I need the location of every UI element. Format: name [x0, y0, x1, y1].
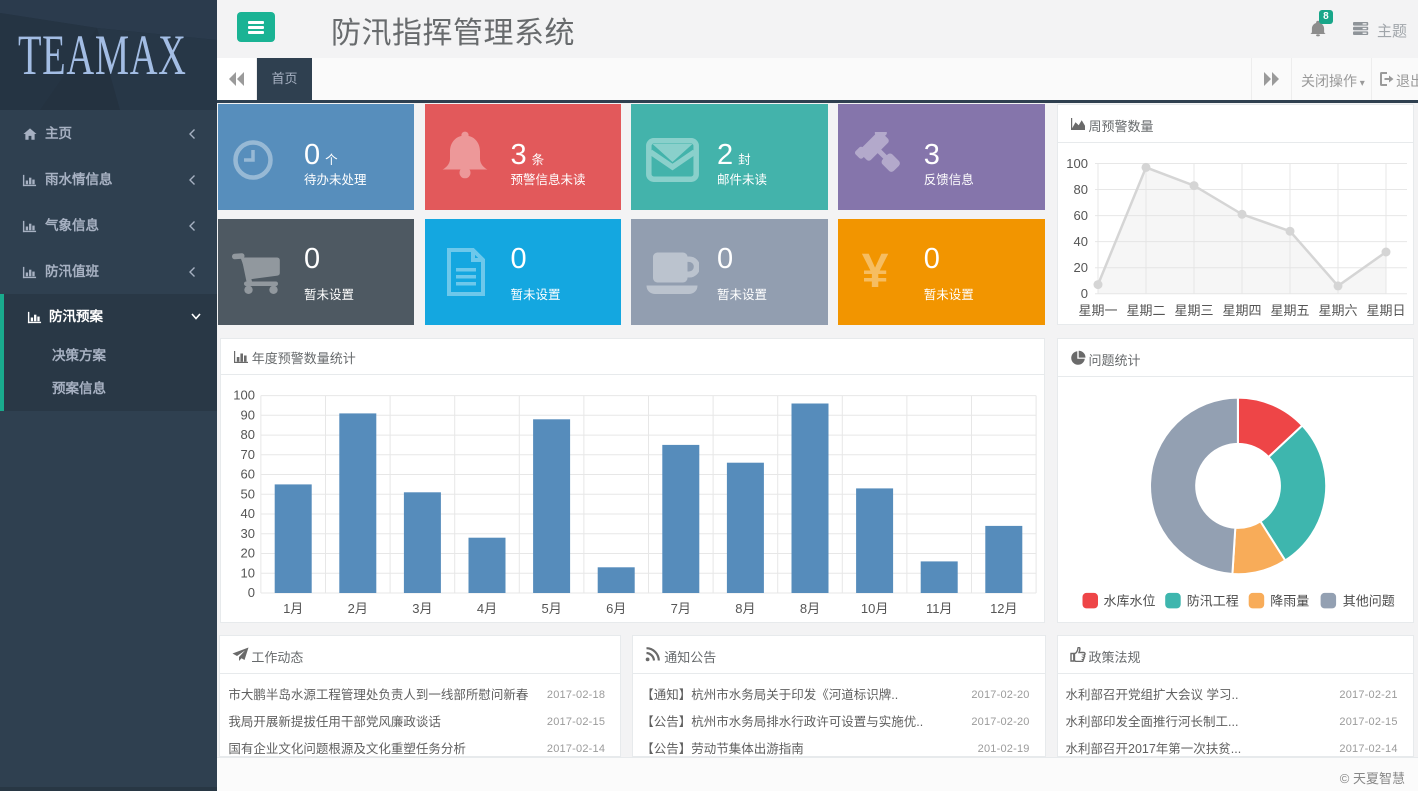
svg-text:星期四: 星期四: [1222, 303, 1261, 318]
svg-text:11月: 11月: [926, 601, 953, 616]
svg-text:降雨量: 降雨量: [1270, 594, 1309, 609]
svg-text:1月: 1月: [283, 601, 303, 616]
svg-text:星期二: 星期二: [1126, 303, 1165, 318]
svg-text:12月: 12月: [990, 601, 1017, 616]
svg-text:50: 50: [240, 486, 254, 501]
svg-text:8月: 8月: [800, 601, 820, 616]
svg-text:5月: 5月: [541, 601, 561, 616]
svg-text:7月: 7月: [670, 601, 690, 616]
svg-text:10: 10: [240, 565, 254, 580]
svg-text:星期三: 星期三: [1174, 303, 1213, 318]
svg-text:60: 60: [240, 466, 254, 481]
svg-text:80: 80: [240, 427, 254, 442]
svg-text:8月: 8月: [735, 601, 755, 616]
svg-text:70: 70: [240, 446, 254, 461]
svg-text:防汛工程: 防汛工程: [1186, 594, 1238, 609]
svg-text:星期一: 星期一: [1078, 303, 1117, 318]
svg-text:20: 20: [240, 545, 254, 560]
svg-text:3月: 3月: [412, 601, 432, 616]
svg-text:100: 100: [233, 387, 255, 402]
svg-text:90: 90: [240, 407, 254, 422]
svg-text:4月: 4月: [477, 601, 497, 616]
svg-text:60: 60: [1073, 208, 1087, 223]
svg-text:20: 20: [1073, 260, 1087, 275]
svg-text:30: 30: [240, 525, 254, 540]
svg-text:星期五: 星期五: [1270, 303, 1309, 318]
svg-text:40: 40: [240, 506, 254, 521]
svg-text:星期日: 星期日: [1366, 303, 1405, 318]
svg-text:100: 100: [1066, 156, 1088, 171]
svg-text:其他问题: 其他问题: [1342, 594, 1394, 609]
svg-text:6月: 6月: [606, 601, 626, 616]
svg-text:2月: 2月: [347, 601, 367, 616]
svg-text:80: 80: [1073, 182, 1087, 197]
svg-text:0: 0: [1080, 286, 1087, 301]
svg-text:10月: 10月: [861, 601, 888, 616]
svg-text:0: 0: [247, 585, 254, 600]
svg-text:星期六: 星期六: [1318, 303, 1357, 318]
svg-text:水库水位: 水库水位: [1103, 594, 1155, 609]
svg-text:40: 40: [1073, 234, 1087, 249]
